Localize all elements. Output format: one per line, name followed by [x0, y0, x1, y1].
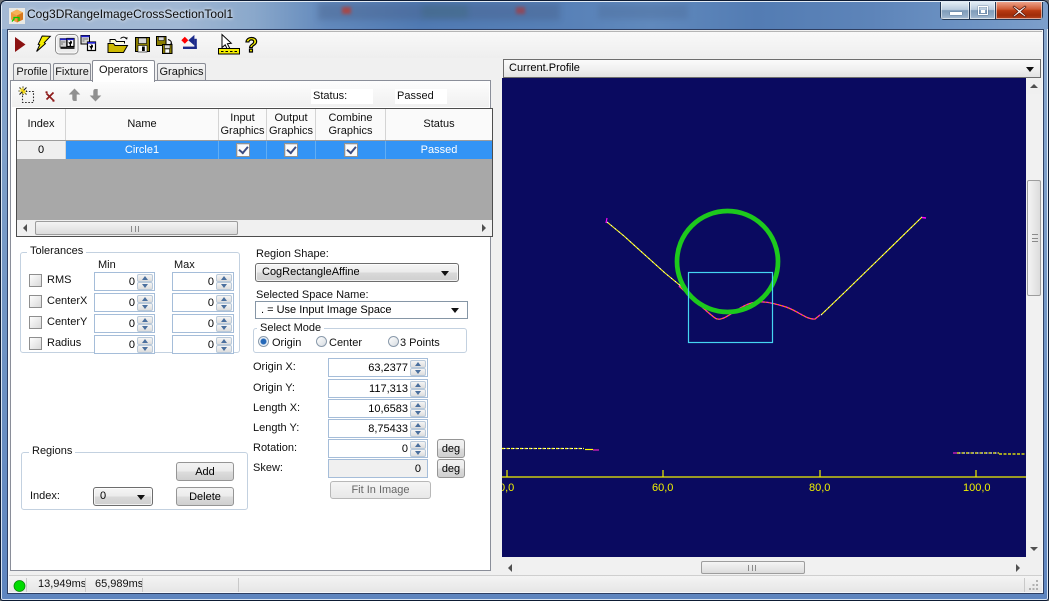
svg-text:?: ?	[245, 34, 258, 57]
svg-text:80,0: 80,0	[809, 482, 830, 494]
svg-text:0,0: 0,0	[502, 482, 514, 494]
svg-text:60,0: 60,0	[652, 482, 673, 494]
svg-text:100,0: 100,0	[963, 482, 991, 494]
